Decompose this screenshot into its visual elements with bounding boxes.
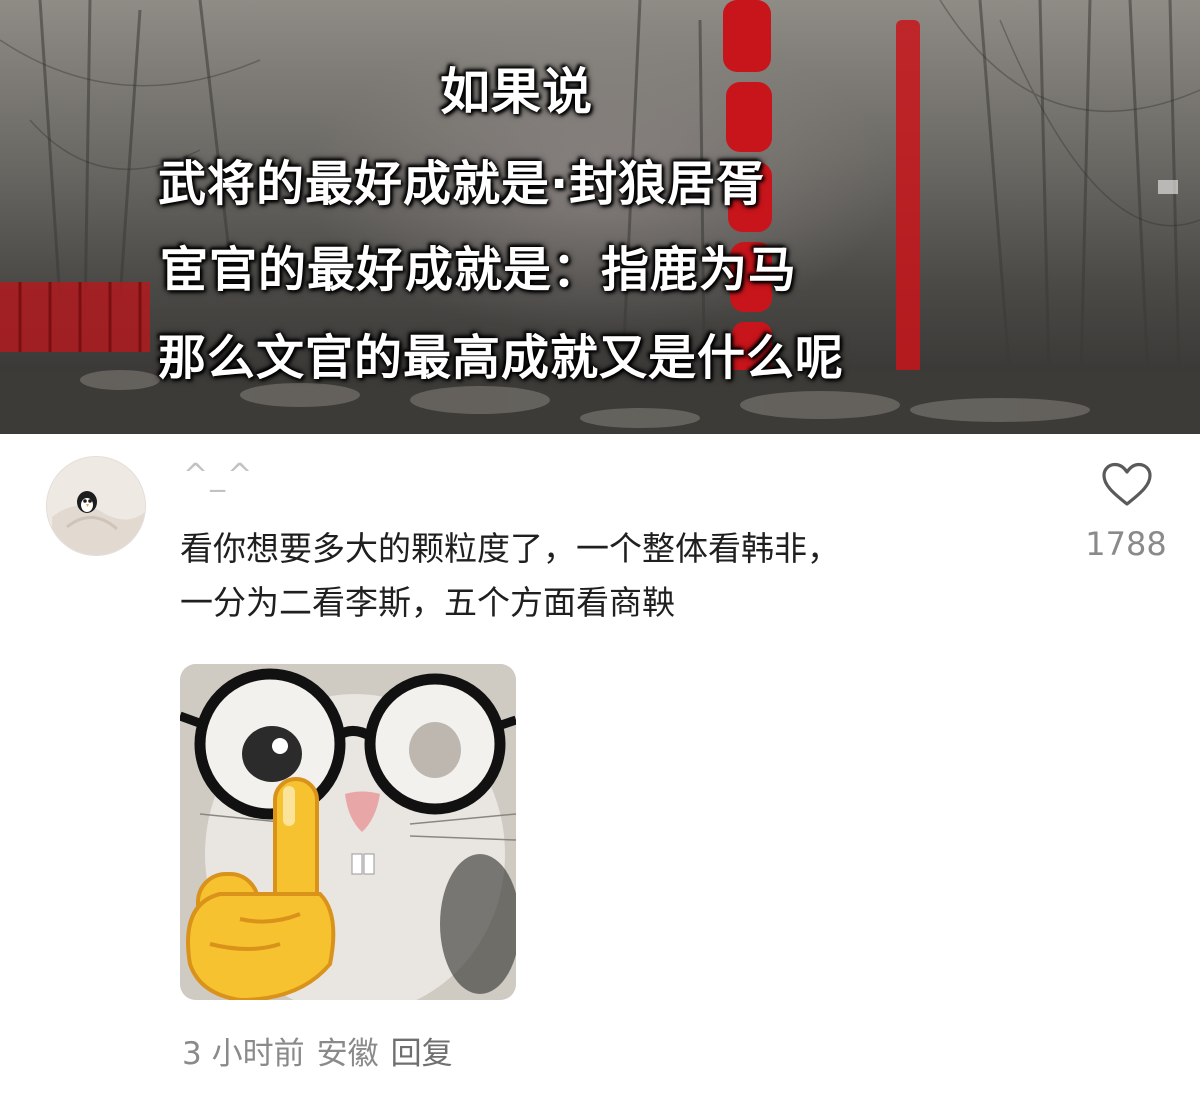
penguin-avatar-icon <box>47 457 145 555</box>
overlay-line-4: 那么文官的最高成就又是什么呢 <box>158 330 845 386</box>
comment-time: 3 小时前 <box>182 1036 305 1072</box>
reply-button[interactable]: 回复 <box>391 1036 453 1072</box>
comment-meta: 3 小时前 安徽 回复 <box>182 1028 465 1073</box>
video-frame[interactable]: 如果说 武将的最好成就是·封狼居胥 宦官的最好成就是：指鹿为马 那么文官的最高成… <box>0 0 1200 434</box>
comment-line-1: 看你想要多大的颗粒度了，一个整体看韩非， <box>180 529 840 568</box>
overlay-line-2: 武将的最好成就是·封狼居胥 <box>158 156 766 212</box>
comment-line-2: 一分为二看李斯，五个方面看商鞅 <box>180 583 675 622</box>
overlay-line-1: 如果说 <box>440 63 593 121</box>
comment-text: 看你想要多大的颗粒度了，一个整体看韩非， 一分为二看李斯，五个方面看商鞅 <box>180 522 1060 630</box>
like-count: 1788 <box>1085 525 1167 563</box>
username[interactable]: ^_^ <box>183 458 254 493</box>
comment-location: 安徽 <box>316 1036 379 1072</box>
avatar[interactable] <box>46 456 146 556</box>
heart-outline-icon[interactable] <box>1101 462 1153 508</box>
sticker-image[interactable] <box>180 664 516 1000</box>
overlay-line-3: 宦官的最好成就是：指鹿为马 <box>160 242 798 298</box>
cat-with-glasses-sticker-icon <box>180 664 516 1000</box>
